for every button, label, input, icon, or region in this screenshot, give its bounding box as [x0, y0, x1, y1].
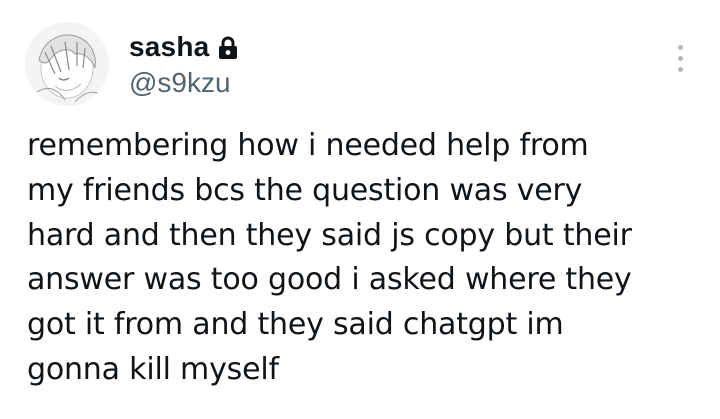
more-vertical-icon-dot: [677, 66, 683, 72]
author-name-row: sasha: [129, 30, 239, 64]
more-vertical-icon: [677, 44, 683, 50]
avatar-image: [25, 22, 109, 106]
lock-icon: [217, 36, 239, 60]
user-handle[interactable]: @s9kzu: [129, 66, 231, 100]
more-options-button[interactable]: [666, 40, 694, 76]
avatar[interactable]: [25, 22, 109, 106]
more-vertical-icon-dot: [677, 55, 683, 61]
tweet-text: remembering how i needed help from my fr…: [27, 128, 632, 387]
display-name[interactable]: sasha: [129, 30, 209, 64]
